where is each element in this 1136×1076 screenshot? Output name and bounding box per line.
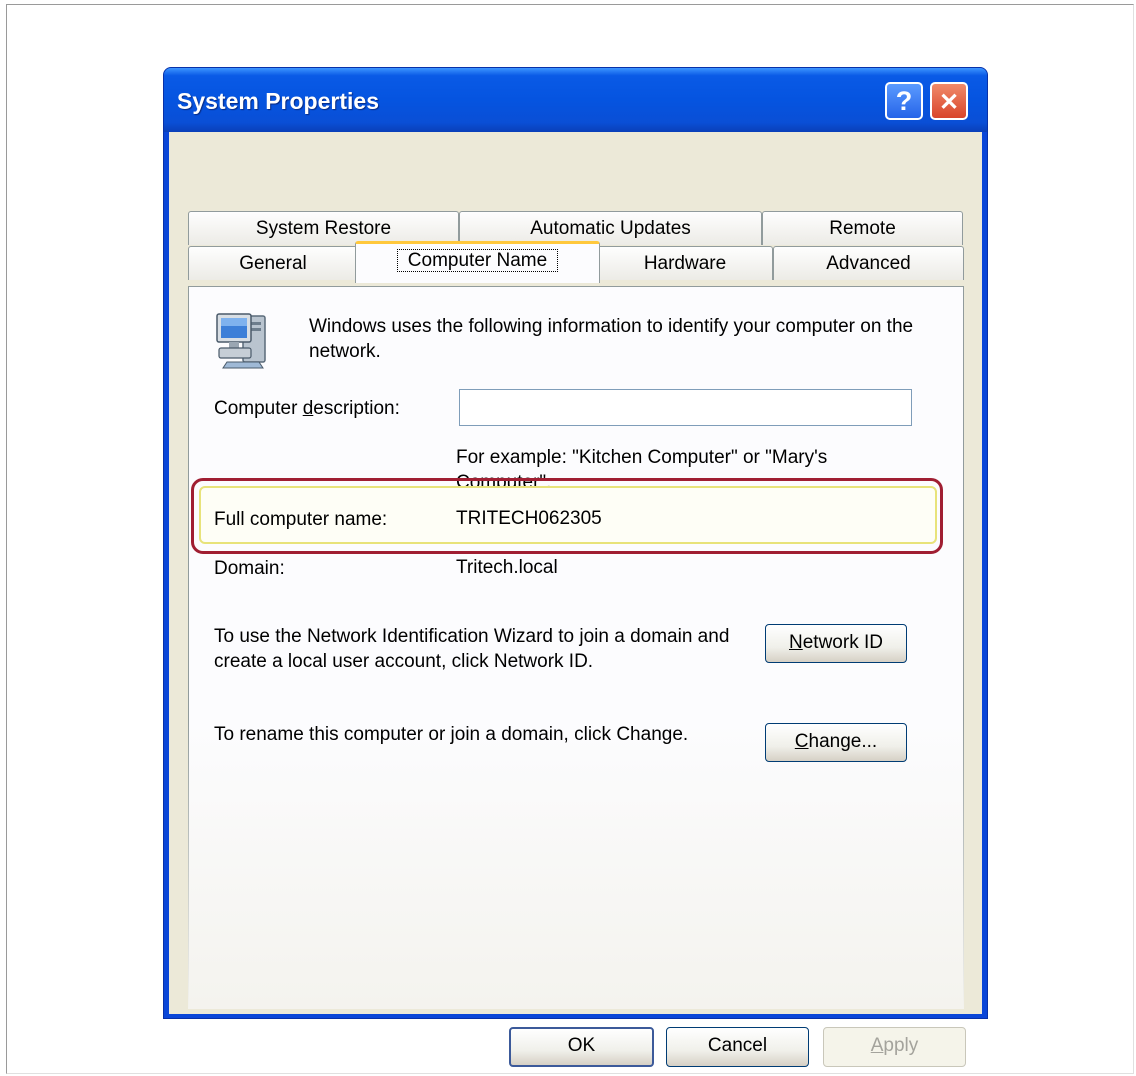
tab-automatic-updates[interactable]: Automatic Updates	[459, 211, 762, 245]
tab-label: System Restore	[255, 218, 392, 239]
change-hotkey: C	[794, 731, 809, 752]
description-label-hotkey: d	[302, 398, 314, 419]
intro-text: Windows uses the following information t…	[309, 316, 914, 362]
ok-button[interactable]: OK	[509, 1027, 654, 1067]
domain-label: Domain:	[214, 558, 285, 579]
domain-value: Tritech.local	[456, 557, 558, 578]
tab-label: Advanced	[826, 253, 911, 274]
network-id-button[interactable]: Network ID	[765, 624, 907, 663]
full-name-label: Full computer name:	[214, 509, 388, 530]
change-label: hange...	[808, 731, 878, 752]
tab-hardware[interactable]: Hardware	[597, 246, 773, 280]
tab-label: Remote	[829, 218, 896, 239]
title-bar[interactable]: System Properties ? ✕	[164, 68, 987, 132]
tab-label: Hardware	[643, 253, 727, 274]
tab-label: General	[239, 253, 307, 274]
change-text: To rename this computer or join a domain…	[214, 724, 689, 745]
change-button[interactable]: Change...	[765, 723, 907, 762]
description-label-post: escription:	[313, 398, 400, 419]
network-id-text: To use the Network Identification Wizard…	[214, 626, 730, 672]
close-icon: ✕	[938, 89, 960, 116]
close-button[interactable]: ✕	[930, 82, 968, 120]
tab-label: Computer Name	[396, 249, 559, 272]
tab-general[interactable]: General	[188, 246, 358, 280]
dialog-client-area: System Restore Automatic Updates Remote …	[169, 132, 982, 1067]
description-label: Computer description:	[214, 396, 400, 421]
cancel-button[interactable]: Cancel	[666, 1027, 809, 1067]
description-label-pre: Computer	[214, 398, 303, 419]
apply-button[interactable]: Apply	[823, 1027, 966, 1067]
computer-description-input[interactable]	[459, 389, 912, 426]
help-icon: ?	[895, 86, 913, 116]
network-id-label: etwork ID	[802, 632, 883, 653]
apply-hotkey: A	[870, 1035, 884, 1056]
full-name-value: TRITECH062305	[456, 508, 602, 529]
help-button[interactable]: ?	[885, 82, 923, 120]
tab-computer-name[interactable]: Computer Name	[355, 241, 600, 283]
tab-remote[interactable]: Remote	[762, 211, 963, 245]
system-properties-window: System Properties ? ✕ System Restore Aut…	[163, 67, 988, 1067]
apply-label: pply	[883, 1035, 919, 1056]
window-title: System Properties	[177, 88, 379, 114]
network-id-hotkey: N	[789, 632, 803, 653]
tab-advanced[interactable]: Advanced	[773, 246, 964, 280]
tab-system-restore[interactable]: System Restore	[188, 211, 459, 245]
tab-label: Automatic Updates	[530, 218, 691, 239]
computer-network-icon	[216, 313, 266, 369]
